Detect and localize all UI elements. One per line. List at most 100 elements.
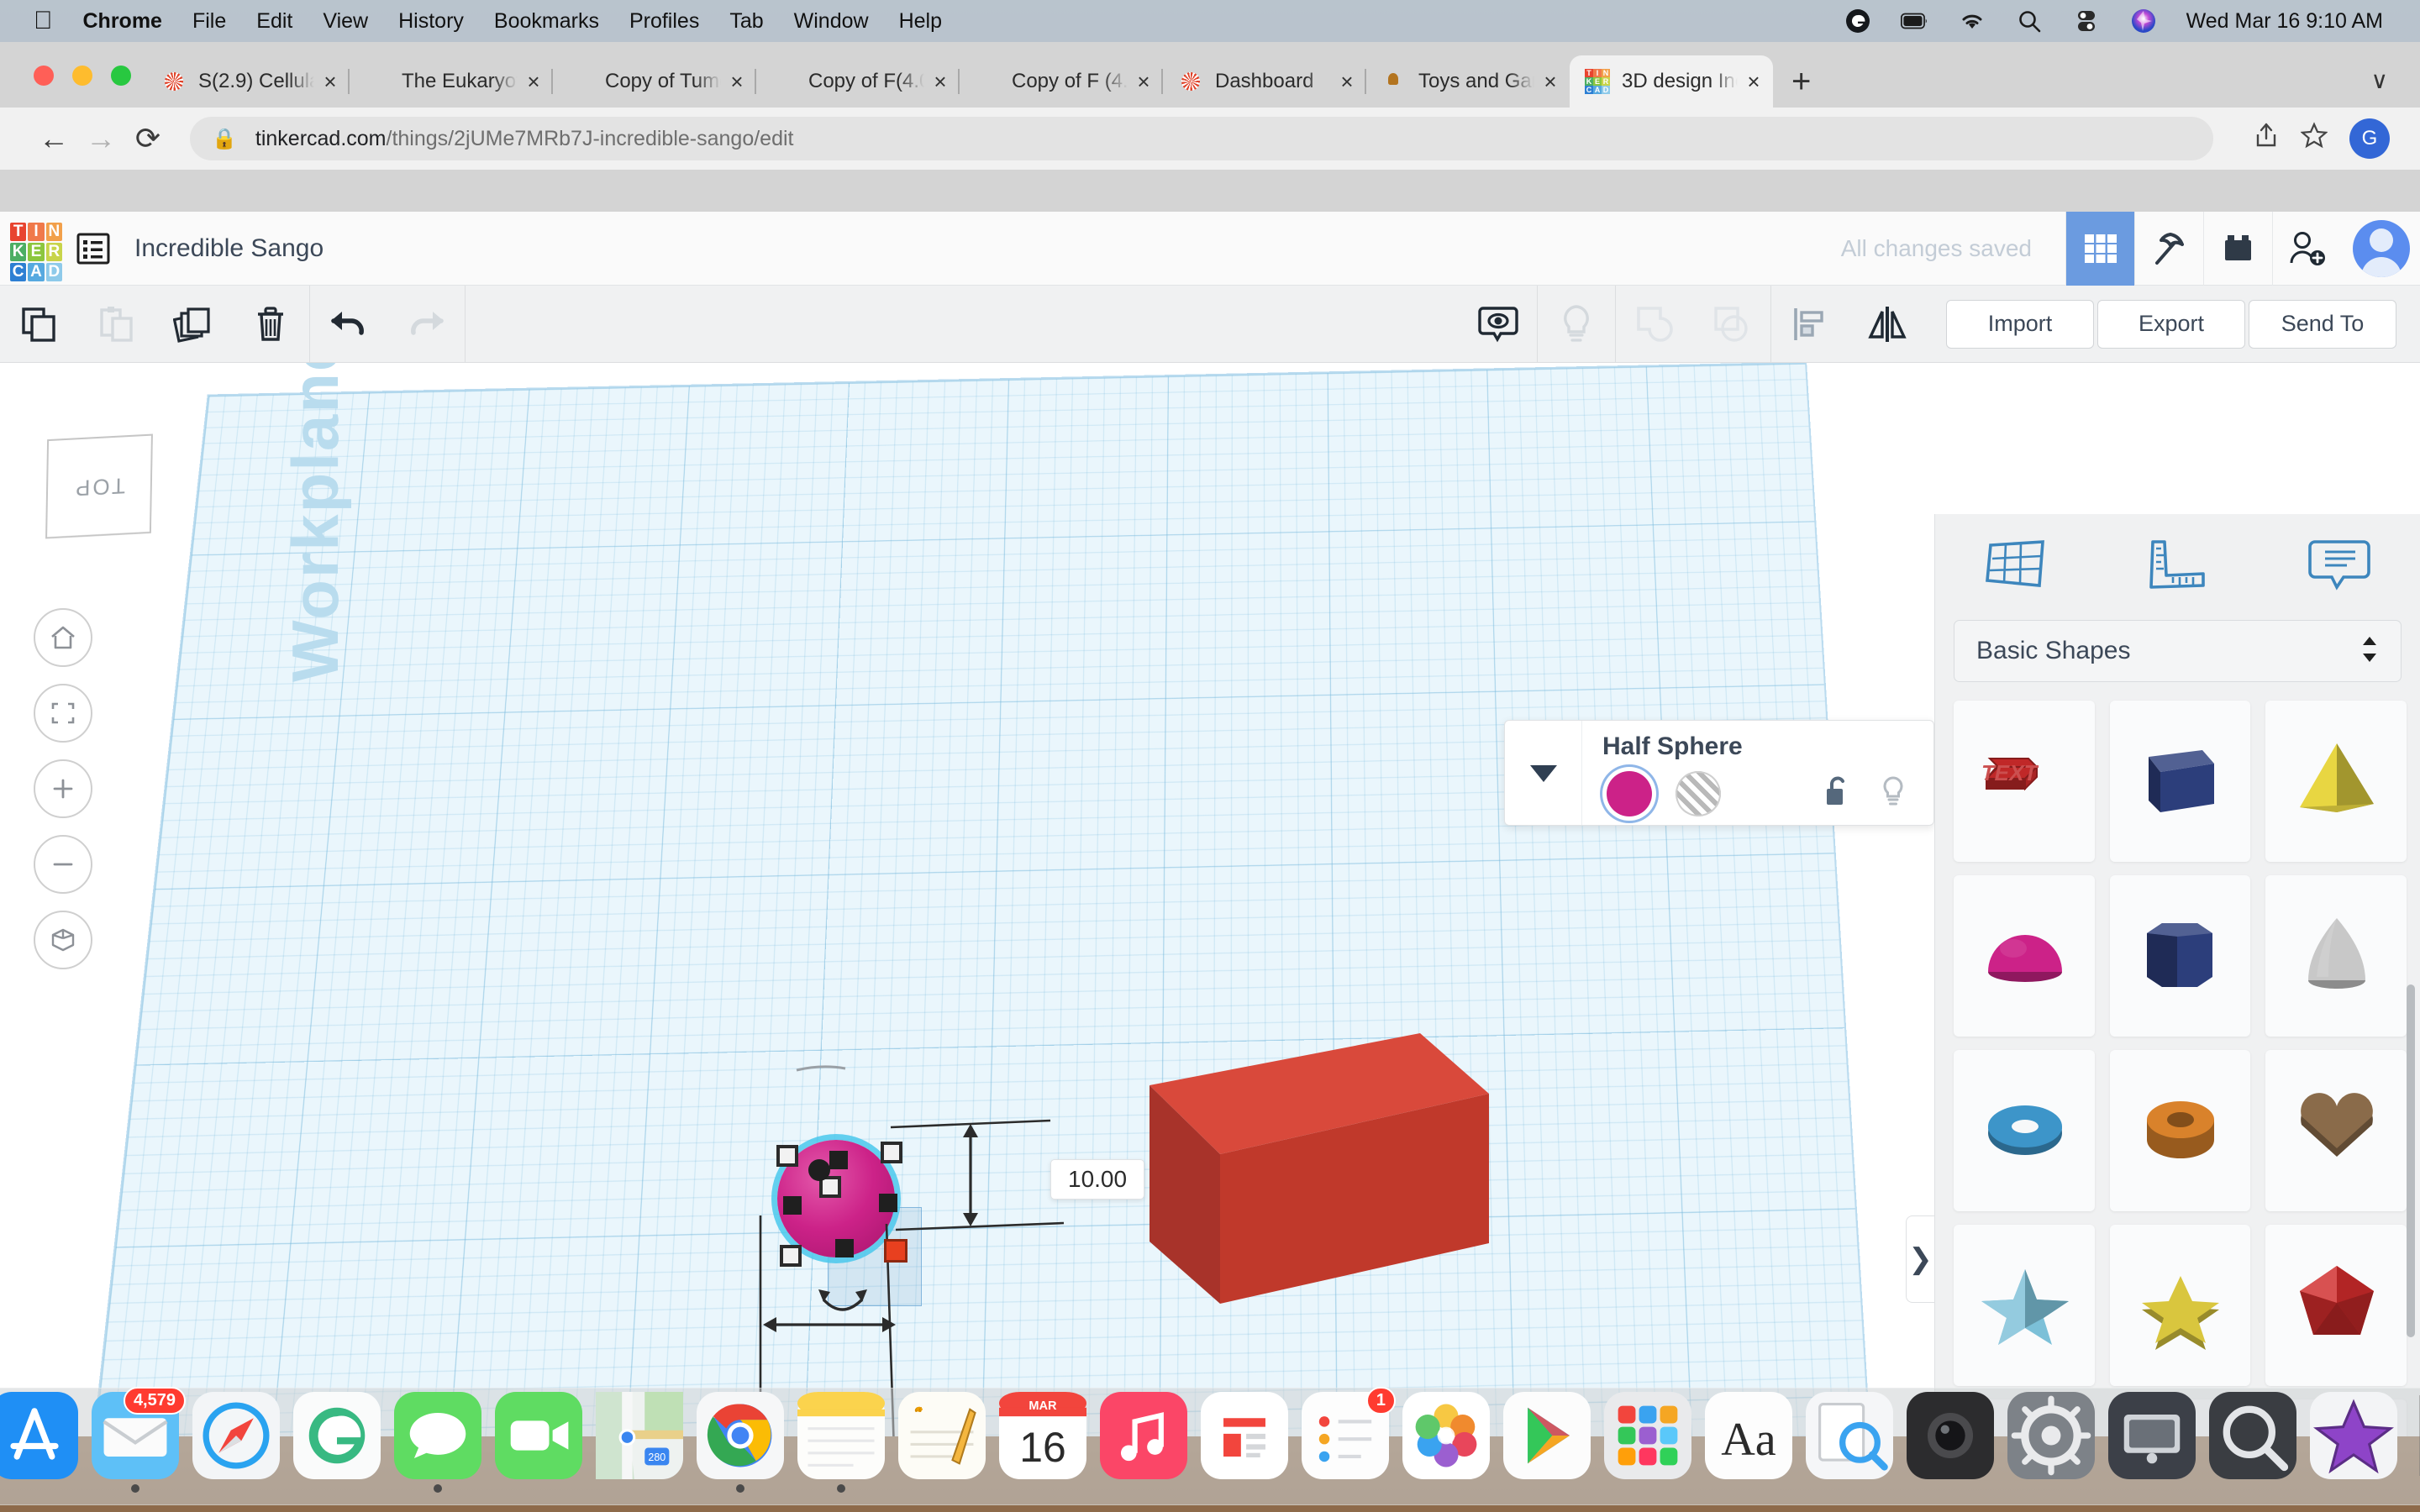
sidebar-collapse-arrow[interactable]: ❯ bbox=[1906, 1215, 1934, 1303]
import-button[interactable]: Import bbox=[1946, 299, 2094, 349]
view-cube[interactable]: TOP bbox=[45, 433, 153, 539]
back-button[interactable]: ← bbox=[30, 121, 77, 156]
lightbulb-icon[interactable] bbox=[1880, 775, 1907, 813]
dock-item-app-store[interactable] bbox=[0, 1392, 78, 1493]
tab-search-button[interactable]: ∨ bbox=[2371, 66, 2389, 94]
shape-polygon-shape-icon[interactable] bbox=[2109, 875, 2251, 1037]
unlock-icon[interactable] bbox=[1823, 775, 1851, 813]
tab-close-icon[interactable]: × bbox=[1539, 69, 1561, 95]
scale-handle-corner[interactable] bbox=[780, 1245, 802, 1267]
reminders-icon[interactable]: 1 bbox=[1302, 1387, 1396, 1479]
height-handle[interactable] bbox=[808, 1159, 830, 1181]
battery-icon[interactable] bbox=[1900, 7, 1929, 35]
ortho-view-icon[interactable] bbox=[34, 911, 92, 969]
menu-item-history[interactable]: History bbox=[398, 9, 464, 34]
workplane-icon[interactable] bbox=[1965, 522, 2066, 606]
tab-close-icon[interactable]: × bbox=[1133, 69, 1155, 95]
news-icon[interactable] bbox=[1201, 1392, 1288, 1479]
zoom-in-icon[interactable] bbox=[34, 759, 92, 818]
music-icon[interactable] bbox=[1100, 1392, 1187, 1479]
pickaxe-icon[interactable] bbox=[2134, 211, 2203, 286]
chrome-icon[interactable] bbox=[697, 1392, 784, 1479]
duplicate-icon[interactable] bbox=[155, 286, 232, 363]
shape-halfsphere-shape-icon[interactable] bbox=[1954, 875, 2095, 1037]
menu-item-file[interactable]: File bbox=[192, 9, 226, 34]
ruler-icon[interactable] bbox=[2127, 522, 2228, 606]
apple-icon[interactable]:  bbox=[34, 8, 53, 34]
tab-close-icon[interactable]: × bbox=[523, 69, 544, 95]
ungroup-icon[interactable] bbox=[1693, 286, 1770, 363]
dock-item-camera[interactable] bbox=[1907, 1392, 1994, 1493]
menu-item-edit[interactable]: Edit bbox=[256, 9, 292, 34]
dock-item-play[interactable] bbox=[1503, 1392, 1591, 1493]
dock-item-music[interactable] bbox=[1100, 1392, 1187, 1493]
export-button[interactable]: Export bbox=[2097, 299, 2245, 349]
design-workspace[interactable]: Workplane 10.00 TOP Half Sphere ❯ Basic … bbox=[0, 363, 2420, 1436]
close-window-button[interactable] bbox=[34, 66, 54, 86]
url-input[interactable]: 🔒 tinkercad.com/things/2jUMe7MRb7J-incre… bbox=[190, 117, 2213, 160]
app-store-icon[interactable] bbox=[0, 1392, 78, 1479]
lightbulb-icon[interactable] bbox=[1538, 286, 1615, 363]
redo-icon[interactable] bbox=[387, 286, 465, 363]
hole-swatch[interactable] bbox=[1676, 771, 1721, 816]
messages-icon[interactable] bbox=[394, 1392, 481, 1479]
dock-item-photos[interactable] bbox=[1402, 1392, 1490, 1493]
browser-tab-active[interactable]: TIN KER CAD 3D design Incre × bbox=[1570, 55, 1773, 108]
panel-collapse-button[interactable] bbox=[1505, 721, 1582, 825]
paste-icon[interactable] bbox=[77, 286, 155, 363]
user-avatar[interactable] bbox=[2353, 219, 2410, 277]
send-to-button[interactable]: Send To bbox=[2249, 299, 2396, 349]
photos-icon[interactable] bbox=[1402, 1392, 1490, 1479]
screenshot-icon[interactable] bbox=[2108, 1392, 2196, 1479]
home-icon[interactable] bbox=[34, 608, 92, 667]
browser-tab[interactable]: S(2.9) Cellular R × bbox=[146, 55, 350, 108]
dock-item-facetime[interactable] bbox=[495, 1392, 582, 1493]
dock-item-mail[interactable]: 4,579 bbox=[92, 1387, 186, 1493]
facetime-icon[interactable] bbox=[495, 1392, 582, 1479]
grammarly-icon[interactable] bbox=[293, 1392, 381, 1479]
menu-item-tab[interactable]: Tab bbox=[729, 9, 763, 34]
calendar-icon[interactable]: MAR 16 bbox=[999, 1392, 1086, 1479]
dock-item-screenshot[interactable] bbox=[2108, 1392, 2196, 1493]
dock-item-messages[interactable] bbox=[394, 1392, 481, 1493]
mail-icon[interactable]: 4,579 bbox=[92, 1387, 186, 1479]
reload-button[interactable]: ⟳ bbox=[124, 121, 171, 156]
shape-polyhedron-shape-icon[interactable] bbox=[2265, 1225, 2407, 1386]
shape-cone-shape-icon[interactable] bbox=[2265, 875, 2407, 1037]
maps-icon[interactable]: 280 bbox=[596, 1392, 683, 1479]
grammarly-icon[interactable] bbox=[1844, 7, 1872, 35]
align-icon[interactable] bbox=[1771, 286, 1849, 363]
browser-tab[interactable]: Copy of Tumor S × bbox=[551, 55, 756, 108]
dock-item-finder-alt[interactable] bbox=[2209, 1392, 2296, 1493]
sidebar-scrollbar[interactable] bbox=[2407, 984, 2415, 1337]
menu-item-help[interactable]: Help bbox=[899, 9, 942, 34]
search-icon[interactable] bbox=[2015, 7, 2044, 35]
new-tab-button[interactable]: + bbox=[1791, 63, 1811, 101]
dock-item-grammarly[interactable] bbox=[293, 1392, 381, 1493]
play-icon[interactable] bbox=[1503, 1392, 1591, 1479]
dock-item-chrome[interactable] bbox=[697, 1392, 784, 1493]
shape-tube-shape-icon[interactable] bbox=[2109, 1050, 2251, 1211]
tab-close-icon[interactable]: × bbox=[726, 69, 748, 95]
finder-alt-icon[interactable] bbox=[2209, 1392, 2296, 1479]
menu-item-bookmarks[interactable]: Bookmarks bbox=[494, 9, 599, 34]
list-menu-icon[interactable] bbox=[62, 212, 124, 286]
scale-handle-edge[interactable] bbox=[783, 1196, 802, 1215]
siri-icon[interactable] bbox=[2129, 7, 2158, 35]
shape-star3d-shape-icon[interactable] bbox=[1954, 1225, 2095, 1386]
tab-close-icon[interactable]: × bbox=[1336, 69, 1358, 95]
shape-category-select[interactable]: Basic Shapes bbox=[1954, 620, 2402, 682]
wifi-icon[interactable] bbox=[1958, 7, 1986, 35]
tab-close-icon[interactable]: × bbox=[1743, 69, 1765, 95]
copy-icon[interactable] bbox=[0, 286, 77, 363]
dock-item-launchpad[interactable] bbox=[1604, 1392, 1691, 1493]
dock-item-star-app[interactable] bbox=[2310, 1392, 2397, 1493]
forward-button[interactable]: → bbox=[77, 121, 124, 156]
dock-item-reminders[interactable]: 1 bbox=[1302, 1387, 1396, 1493]
control-center-icon[interactable] bbox=[2072, 7, 2101, 35]
shape-pyramid-shape-icon[interactable] bbox=[2265, 701, 2407, 862]
menu-item-chrome[interactable]: Chrome bbox=[83, 9, 162, 34]
safari-icon[interactable] bbox=[192, 1392, 280, 1479]
undo-icon[interactable] bbox=[310, 286, 387, 363]
menu-item-profiles[interactable]: Profiles bbox=[629, 9, 699, 34]
